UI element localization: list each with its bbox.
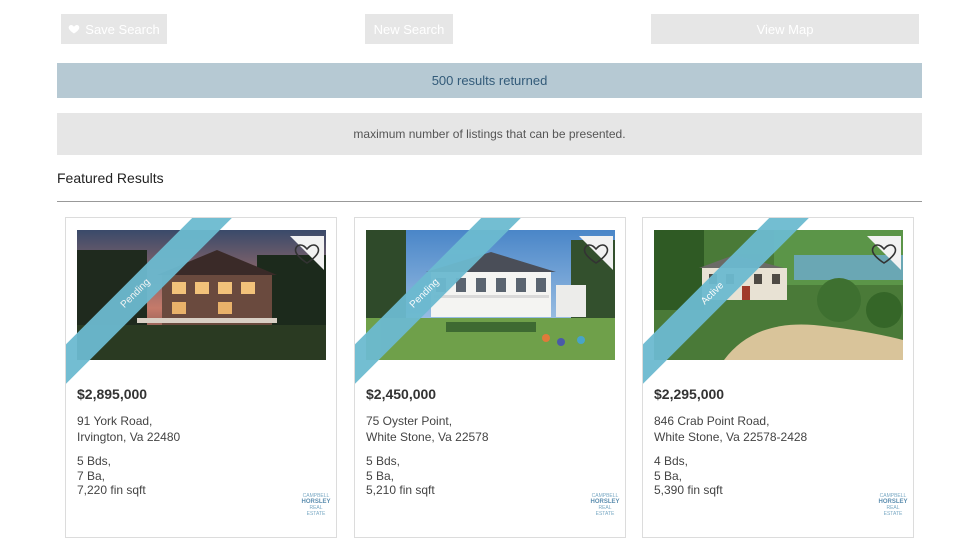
sqft-value: 5,210 fin sqft bbox=[366, 483, 435, 497]
view-map-button[interactable]: View Map bbox=[651, 14, 919, 44]
house-photo-image bbox=[77, 230, 326, 360]
save-search-button[interactable]: Save Search bbox=[61, 14, 167, 44]
sqft-value: 5,390 fin sqft bbox=[654, 483, 723, 497]
baths-count: 5 Ba, bbox=[366, 468, 395, 483]
favorite-heart-icon[interactable] bbox=[867, 236, 901, 270]
address-street: 75 Oyster Point, bbox=[366, 414, 453, 428]
featured-results-heading: Featured Results bbox=[57, 170, 164, 186]
baths-count: 7 Ba, bbox=[77, 468, 106, 483]
listing-card[interactable]: Pending $2,450,000 75 Oyster Point, Whit… bbox=[354, 217, 626, 538]
house-photo-image bbox=[654, 230, 903, 360]
listing-address[interactable]: 75 Oyster Point, White Stone, Va 22578 bbox=[366, 413, 489, 445]
listing-specs: 5 Bds, 7 Ba, 7,220 fin sqft bbox=[77, 454, 146, 498]
house-photo-image bbox=[366, 230, 615, 360]
address-city: Irvington, Va 22480 bbox=[77, 430, 181, 444]
new-search-label: New Search bbox=[373, 21, 445, 37]
new-search-button[interactable]: New Search bbox=[365, 14, 453, 44]
listing-specs: 4 Bds, 5 Ba, 5,390 fin sqft bbox=[654, 454, 723, 498]
agency-logo: CAMPBELL HORSLEY REAL ESTATE bbox=[590, 493, 620, 517]
results-count-text: 500 results returned bbox=[431, 73, 548, 88]
listing-address[interactable]: 91 York Road, Irvington, Va 22480 bbox=[77, 413, 180, 445]
heart-icon bbox=[68, 25, 80, 34]
listing-photo[interactable] bbox=[77, 230, 326, 360]
sqft-value: 7,220 fin sqft bbox=[77, 483, 146, 497]
address-city: White Stone, Va 22578-2428 bbox=[654, 430, 808, 444]
listing-limit-text: maximum number of listings that can be p… bbox=[353, 127, 626, 141]
listing-limit-notice: maximum number of listings that can be p… bbox=[57, 113, 922, 155]
beds-count: 4 Bds, bbox=[654, 454, 689, 468]
agency-logo: CAMPBELL HORSLEY REAL ESTATE bbox=[301, 493, 331, 517]
beds-count: 5 Bds, bbox=[77, 454, 112, 468]
address-street: 91 York Road, bbox=[77, 414, 153, 428]
listing-specs: 5 Bds, 5 Ba, 5,210 fin sqft bbox=[366, 454, 435, 498]
listing-price: $2,450,000 bbox=[366, 386, 437, 402]
save-search-label: Save Search bbox=[85, 21, 160, 37]
results-count-bar: 500 results returned bbox=[57, 63, 922, 98]
address-city: White Stone, Va 22578 bbox=[366, 430, 489, 444]
search-toolbar: Save Search New Search View Map bbox=[0, 14, 980, 44]
favorite-heart-icon[interactable] bbox=[290, 236, 324, 270]
listing-card[interactable]: Active $2,295,000 846 Crab Point Road, W… bbox=[642, 217, 914, 538]
listing-card[interactable]: Pending $2,895,000 91 York Road, Irvingt… bbox=[65, 217, 337, 538]
section-divider bbox=[57, 201, 922, 202]
listing-price: $2,895,000 bbox=[77, 386, 148, 402]
view-map-label: View Map bbox=[756, 21, 814, 37]
listing-photo[interactable] bbox=[654, 230, 903, 360]
agency-logo: CAMPBELL HORSLEY REAL ESTATE bbox=[878, 493, 908, 517]
listing-address[interactable]: 846 Crab Point Road, White Stone, Va 225… bbox=[654, 413, 807, 445]
listing-photo[interactable] bbox=[366, 230, 615, 360]
listing-price: $2,295,000 bbox=[654, 386, 725, 402]
address-street: 846 Crab Point Road, bbox=[654, 414, 770, 428]
favorite-heart-icon[interactable] bbox=[579, 236, 613, 270]
baths-count: 5 Ba, bbox=[654, 468, 683, 483]
beds-count: 5 Bds, bbox=[366, 454, 401, 468]
